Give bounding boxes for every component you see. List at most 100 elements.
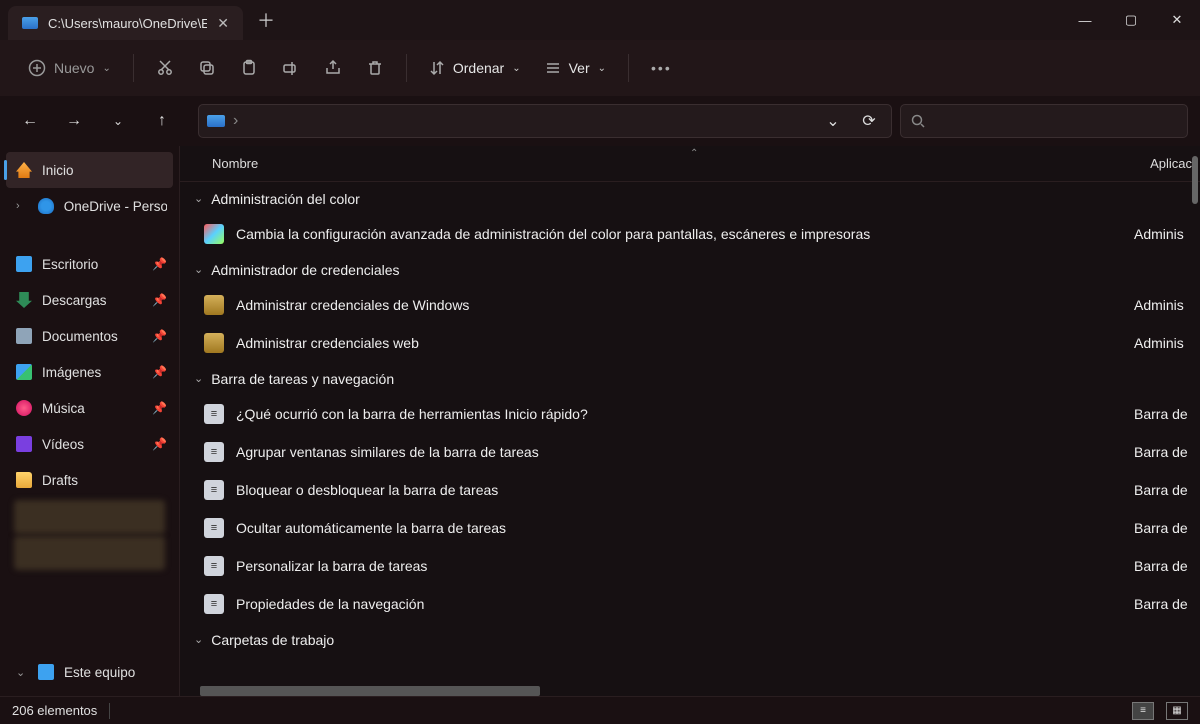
group-title: Carpetas de trabajo: [211, 632, 334, 648]
group-title: Administración del color: [211, 191, 360, 207]
details-view-button[interactable]: ≡: [1132, 702, 1154, 720]
tiles-view-button[interactable]: ▦: [1166, 702, 1188, 720]
forward-button[interactable]: →: [56, 103, 92, 139]
sidebar-item-imagenes[interactable]: Imágenes 📌: [0, 354, 179, 390]
copy-button[interactable]: [188, 50, 226, 86]
refresh-button[interactable]: ⟳: [855, 111, 883, 131]
paste-button[interactable]: [230, 50, 268, 86]
sidebar: Inicio › OneDrive - Perso Escritorio 📌 D…: [0, 146, 180, 696]
sidebar-item-label: Descargas: [42, 293, 107, 308]
download-icon: [16, 292, 32, 308]
pin-icon[interactable]: 📌: [152, 257, 167, 271]
recent-button[interactable]: ⌄: [100, 103, 136, 139]
list-item[interactable]: Administrar credenciales webAdminis: [180, 324, 1200, 362]
list-item[interactable]: ≡Ocultar automáticamente la barra de tar…: [180, 509, 1200, 547]
pin-icon[interactable]: 📌: [152, 401, 167, 415]
list-item[interactable]: ≡Personalizar la barra de tareasBarra de: [180, 547, 1200, 585]
list-item[interactable]: ≡ ¿Qué ocurrió con la barra de herramient…: [180, 395, 1200, 433]
column-header-nombre[interactable]: Nombre: [180, 156, 1080, 171]
doc-icon: ≡: [204, 404, 224, 424]
sidebar-item-label: Documentos: [42, 329, 118, 344]
chevron-down-icon: ⌄: [194, 192, 203, 205]
sidebar-item-musica[interactable]: Música 📌: [0, 390, 179, 426]
sort-icon: [429, 60, 445, 76]
sort-label: Ordenar: [453, 60, 504, 76]
view-button[interactable]: Ver ⌄: [535, 50, 616, 86]
pin-icon[interactable]: 📌: [152, 293, 167, 307]
rename-button[interactable]: [272, 50, 310, 86]
sidebar-item-inicio[interactable]: Inicio: [6, 152, 173, 188]
chevron-down-icon: ⌄: [194, 263, 203, 276]
sidebar-item-drafts[interactable]: Drafts: [0, 462, 179, 498]
new-tab-button[interactable]: ＋: [257, 7, 275, 33]
sidebar-item-label: Imágenes: [42, 365, 101, 380]
cut-button[interactable]: [146, 50, 184, 86]
desktop-icon: [16, 256, 32, 272]
list-item[interactable]: ≡Propiedades de la navegaciónBarra de: [180, 585, 1200, 623]
trash-icon: [366, 59, 384, 77]
item-name: ¿Qué ocurrió con la barra de herramienta…: [236, 406, 1122, 422]
share-button[interactable]: [314, 50, 352, 86]
cut-icon: [156, 59, 174, 77]
sidebar-item-label: Escritorio: [42, 257, 98, 272]
list-item[interactable]: ≡Agrupar ventanas similares de la barra …: [180, 433, 1200, 471]
minimize-button[interactable]: ―: [1062, 0, 1108, 40]
sidebar-item-descargas[interactable]: Descargas 📌: [0, 282, 179, 318]
column-header-aplicacion[interactable]: Aplicac: [1150, 156, 1192, 171]
delete-button[interactable]: [356, 50, 394, 86]
pin-icon[interactable]: 📌: [152, 437, 167, 451]
sort-button[interactable]: Ordenar ⌄: [419, 50, 531, 86]
close-tab-icon[interactable]: ✕: [217, 15, 229, 32]
sidebar-item-label: Vídeos: [42, 437, 84, 452]
address-bar[interactable]: › ⌄ ⟳: [198, 104, 892, 138]
back-button[interactable]: ←: [12, 103, 48, 139]
video-icon: [16, 436, 32, 452]
breadcrumb-sep: ›: [233, 112, 238, 130]
sidebar-item-onedrive[interactable]: › OneDrive - Perso: [0, 188, 179, 224]
group-header[interactable]: ⌄Barra de tareas y navegación: [180, 362, 1200, 395]
search-input[interactable]: [900, 104, 1188, 138]
item-name: Bloquear o desbloquear la barra de tarea…: [236, 482, 1122, 498]
pin-icon[interactable]: 📌: [152, 329, 167, 343]
pin-icon[interactable]: 📌: [152, 365, 167, 379]
list-item[interactable]: Cambia la configuración avanzada de admi…: [180, 215, 1200, 253]
item-name: Administrar credenciales de Windows: [236, 297, 1122, 313]
sidebar-item-documentos[interactable]: Documentos 📌: [0, 318, 179, 354]
sidebar-item-label: Este equipo: [64, 665, 135, 680]
list-item[interactable]: ≡ Bloquear o desbloquear la barra de tare…: [180, 471, 1200, 509]
item-name: Ocultar automáticamente la barra de tare…: [236, 520, 1122, 536]
group-header[interactable]: ⌄ Administración del color: [180, 182, 1200, 215]
home-icon: [16, 162, 32, 178]
doc-icon: ≡: [204, 480, 224, 500]
group-title: Barra de tareas y navegación: [211, 371, 394, 387]
new-button[interactable]: Nuevo ⌄: [18, 50, 121, 86]
item-name: Cambia la configuración avanzada de admi…: [236, 226, 1122, 242]
chevron-right-icon[interactable]: ›: [16, 200, 28, 212]
search-icon: [911, 114, 925, 128]
share-icon: [324, 59, 342, 77]
tab-current[interactable]: C:\Users\mauro\OneDrive\Esc ✕: [8, 6, 243, 40]
more-button[interactable]: •••: [641, 50, 682, 86]
sidebar-item-escritorio[interactable]: Escritorio 📌: [0, 246, 179, 282]
list-item[interactable]: Administrar credenciales de WindowsAdmin…: [180, 286, 1200, 324]
vertical-scrollbar[interactable]: [1190, 146, 1200, 696]
address-history-button[interactable]: ⌄: [819, 111, 847, 131]
up-button[interactable]: ↑: [144, 103, 180, 139]
sidebar-item-redacted[interactable]: [14, 536, 165, 570]
sidebar-item-redacted[interactable]: [14, 500, 165, 534]
item-name: Administrar credenciales web: [236, 335, 1122, 351]
paste-icon: [240, 59, 258, 77]
close-window-button[interactable]: ✕: [1154, 0, 1200, 40]
sidebar-item-este-equipo[interactable]: ⌄ Este equipo: [0, 654, 179, 690]
group-header[interactable]: ⌄Administrador de credenciales: [180, 253, 1200, 286]
group-header[interactable]: ⌄ Carpetas de trabajo: [180, 623, 1200, 656]
chevron-down-icon[interactable]: ⌄: [16, 666, 28, 679]
maximize-button[interactable]: ▢: [1108, 0, 1154, 40]
address-icon: [207, 115, 225, 127]
cred-icon: [204, 295, 224, 315]
chevron-down-icon: ⌄: [194, 633, 203, 646]
cloud-icon: [38, 198, 54, 214]
chevron-down-icon: ⌄: [598, 63, 606, 74]
sidebar-item-videos[interactable]: Vídeos 📌: [0, 426, 179, 462]
horizontal-scrollbar[interactable]: [200, 686, 540, 696]
